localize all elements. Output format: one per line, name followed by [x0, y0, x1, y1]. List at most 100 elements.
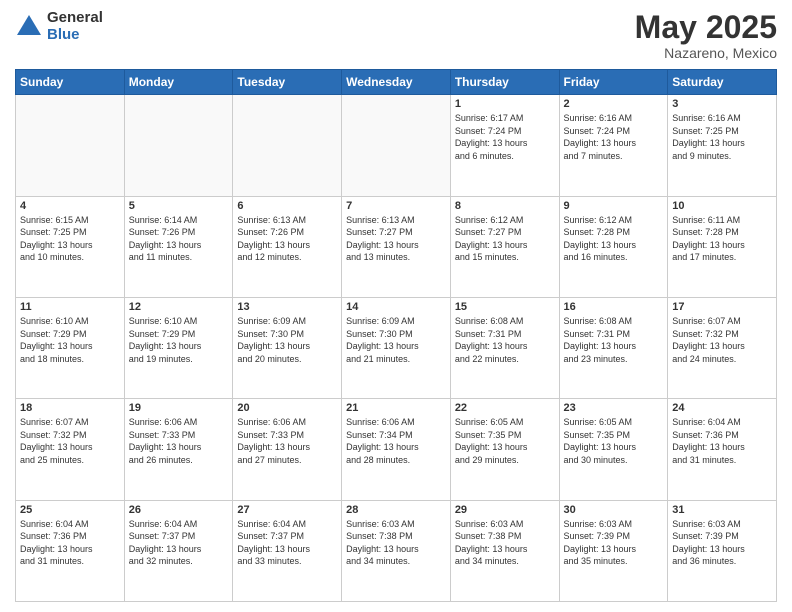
calendar-cell: 27 Sunrise: 6:04 AM Sunset: 7:37 PM Dayli… [233, 500, 342, 601]
day-info: Sunrise: 6:06 AM Sunset: 7:34 PM Dayligh… [346, 416, 446, 466]
day-info: Sunrise: 6:04 AM Sunset: 7:37 PM Dayligh… [129, 518, 229, 568]
day-info: Sunrise: 6:03 AM Sunset: 7:38 PM Dayligh… [455, 518, 555, 568]
calendar-week-1: 4Sunrise: 6:15 AM Sunset: 7:25 PM Daylig… [16, 196, 777, 297]
calendar-cell: 25Sunrise: 6:04 AM Sunset: 7:36 PM Dayli… [16, 500, 125, 601]
day-of-week-saturday: Saturday [668, 70, 777, 95]
calendar-cell: 26Sunrise: 6:04 AM Sunset: 7:37 PM Dayli… [124, 500, 233, 601]
day-number: 17 [672, 301, 772, 313]
calendar-cell: 28 Sunrise: 6:03 AM Sunset: 7:38 PM Dayli… [342, 500, 451, 601]
day-info: Sunrise: 6:16 AM Sunset: 7:24 PM Dayligh… [564, 112, 664, 162]
calendar-cell: 30 Sunrise: 6:03 AM Sunset: 7:39 PM Dayli… [559, 500, 668, 601]
logo: General Blue [15, 10, 103, 43]
day-of-week-sunday: Sunday [16, 70, 125, 95]
calendar-cell: 4Sunrise: 6:15 AM Sunset: 7:25 PM Daylig… [16, 196, 125, 297]
day-number: 14 [346, 301, 446, 313]
day-number: 30 [564, 504, 664, 516]
calendar-week-3: 18 Sunrise: 6:07 AM Sunset: 7:32 PM Dayli… [16, 399, 777, 500]
calendar-table: SundayMondayTuesdayWednesdayThursdayFrid… [15, 69, 777, 602]
calendar-cell: 16 Sunrise: 6:08 AM Sunset: 7:31 PM Dayli… [559, 297, 668, 398]
calendar-header: SundayMondayTuesdayWednesdayThursdayFrid… [16, 70, 777, 95]
day-number: 13 [237, 301, 337, 313]
calendar-cell: 9 Sunrise: 6:12 AM Sunset: 7:28 PM Daylig… [559, 196, 668, 297]
day-info: Sunrise: 6:04 AM Sunset: 7:36 PM Dayligh… [20, 518, 120, 568]
day-info: Sunrise: 6:03 AM Sunset: 7:39 PM Dayligh… [564, 518, 664, 568]
day-info: Sunrise: 6:10 AM Sunset: 7:29 PM Dayligh… [129, 315, 229, 365]
day-of-week-wednesday: Wednesday [342, 70, 451, 95]
day-of-week-thursday: Thursday [450, 70, 559, 95]
calendar-cell: 21 Sunrise: 6:06 AM Sunset: 7:34 PM Dayli… [342, 399, 451, 500]
main-title: May 2025 [635, 10, 777, 45]
calendar-cell: 15Sunrise: 6:08 AM Sunset: 7:31 PM Dayli… [450, 297, 559, 398]
day-number: 21 [346, 402, 446, 414]
day-info: Sunrise: 6:11 AM Sunset: 7:28 PM Dayligh… [672, 214, 772, 264]
calendar-cell: 11Sunrise: 6:10 AM Sunset: 7:29 PM Dayli… [16, 297, 125, 398]
day-info: Sunrise: 6:13 AM Sunset: 7:27 PM Dayligh… [346, 214, 446, 264]
day-number: 12 [129, 301, 229, 313]
day-number: 31 [672, 504, 772, 516]
calendar-cell: 18 Sunrise: 6:07 AM Sunset: 7:32 PM Dayli… [16, 399, 125, 500]
day-info: Sunrise: 6:07 AM Sunset: 7:32 PM Dayligh… [672, 315, 772, 365]
day-number: 29 [455, 504, 555, 516]
calendar-cell [342, 95, 451, 196]
day-number: 24 [672, 402, 772, 414]
day-info: Sunrise: 6:05 AM Sunset: 7:35 PM Dayligh… [455, 416, 555, 466]
day-of-week-tuesday: Tuesday [233, 70, 342, 95]
day-number: 18 [20, 402, 120, 414]
day-info: Sunrise: 6:06 AM Sunset: 7:33 PM Dayligh… [237, 416, 337, 466]
day-info: Sunrise: 6:12 AM Sunset: 7:28 PM Dayligh… [564, 214, 664, 264]
day-info: Sunrise: 6:13 AM Sunset: 7:26 PM Dayligh… [237, 214, 337, 264]
calendar-cell: 3Sunrise: 6:16 AM Sunset: 7:25 PM Daylig… [668, 95, 777, 196]
calendar-cell: 12 Sunrise: 6:10 AM Sunset: 7:29 PM Dayli… [124, 297, 233, 398]
calendar-week-0: 1 Sunrise: 6:17 AM Sunset: 7:24 PM Daylig… [16, 95, 777, 196]
day-number: 19 [129, 402, 229, 414]
day-info: Sunrise: 6:07 AM Sunset: 7:32 PM Dayligh… [20, 416, 120, 466]
calendar-cell: 1 Sunrise: 6:17 AM Sunset: 7:24 PM Daylig… [450, 95, 559, 196]
calendar-body: 1 Sunrise: 6:17 AM Sunset: 7:24 PM Daylig… [16, 95, 777, 602]
calendar-cell: 23Sunrise: 6:05 AM Sunset: 7:35 PM Dayli… [559, 399, 668, 500]
calendar-cell: 20Sunrise: 6:06 AM Sunset: 7:33 PM Dayli… [233, 399, 342, 500]
calendar-week-4: 25Sunrise: 6:04 AM Sunset: 7:36 PM Dayli… [16, 500, 777, 601]
day-number: 22 [455, 402, 555, 414]
calendar-week-2: 11Sunrise: 6:10 AM Sunset: 7:29 PM Dayli… [16, 297, 777, 398]
day-of-week-friday: Friday [559, 70, 668, 95]
day-number: 7 [346, 200, 446, 212]
day-number: 1 [455, 98, 555, 110]
day-info: Sunrise: 6:14 AM Sunset: 7:26 PM Dayligh… [129, 214, 229, 264]
calendar-cell: 29 Sunrise: 6:03 AM Sunset: 7:38 PM Dayli… [450, 500, 559, 601]
day-number: 16 [564, 301, 664, 313]
day-info: Sunrise: 6:10 AM Sunset: 7:29 PM Dayligh… [20, 315, 120, 365]
day-info: Sunrise: 6:04 AM Sunset: 7:37 PM Dayligh… [237, 518, 337, 568]
logo-icon [15, 13, 43, 41]
calendar-cell: 8 Sunrise: 6:12 AM Sunset: 7:27 PM Daylig… [450, 196, 559, 297]
day-info: Sunrise: 6:09 AM Sunset: 7:30 PM Dayligh… [346, 315, 446, 365]
day-info: Sunrise: 6:15 AM Sunset: 7:25 PM Dayligh… [20, 214, 120, 264]
page: General Blue May 2025 Nazareno, Mexico S… [0, 0, 792, 612]
day-info: Sunrise: 6:17 AM Sunset: 7:24 PM Dayligh… [455, 112, 555, 162]
calendar-cell: 2Sunrise: 6:16 AM Sunset: 7:24 PM Daylig… [559, 95, 668, 196]
day-info: Sunrise: 6:08 AM Sunset: 7:31 PM Dayligh… [564, 315, 664, 365]
calendar-cell: 10 Sunrise: 6:11 AM Sunset: 7:28 PM Dayli… [668, 196, 777, 297]
day-info: Sunrise: 6:05 AM Sunset: 7:35 PM Dayligh… [564, 416, 664, 466]
calendar-cell: 22 Sunrise: 6:05 AM Sunset: 7:35 PM Dayli… [450, 399, 559, 500]
day-number: 15 [455, 301, 555, 313]
logo-blue-text: Blue [47, 27, 103, 44]
day-info: Sunrise: 6:04 AM Sunset: 7:36 PM Dayligh… [672, 416, 772, 466]
day-number: 8 [455, 200, 555, 212]
calendar-cell [233, 95, 342, 196]
calendar-cell [16, 95, 125, 196]
day-number: 6 [237, 200, 337, 212]
day-info: Sunrise: 6:03 AM Sunset: 7:38 PM Dayligh… [346, 518, 446, 568]
calendar-cell: 17 Sunrise: 6:07 AM Sunset: 7:32 PM Dayli… [668, 297, 777, 398]
day-info: Sunrise: 6:16 AM Sunset: 7:25 PM Dayligh… [672, 112, 772, 162]
calendar-cell: 6 Sunrise: 6:13 AM Sunset: 7:26 PM Daylig… [233, 196, 342, 297]
logo-text: General Blue [47, 10, 103, 43]
day-number: 27 [237, 504, 337, 516]
header: General Blue May 2025 Nazareno, Mexico [15, 10, 777, 61]
day-number: 9 [564, 200, 664, 212]
day-info: Sunrise: 6:12 AM Sunset: 7:27 PM Dayligh… [455, 214, 555, 264]
day-of-week-monday: Monday [124, 70, 233, 95]
day-number: 28 [346, 504, 446, 516]
day-info: Sunrise: 6:09 AM Sunset: 7:30 PM Dayligh… [237, 315, 337, 365]
day-number: 10 [672, 200, 772, 212]
calendar-cell: 13 Sunrise: 6:09 AM Sunset: 7:30 PM Dayli… [233, 297, 342, 398]
